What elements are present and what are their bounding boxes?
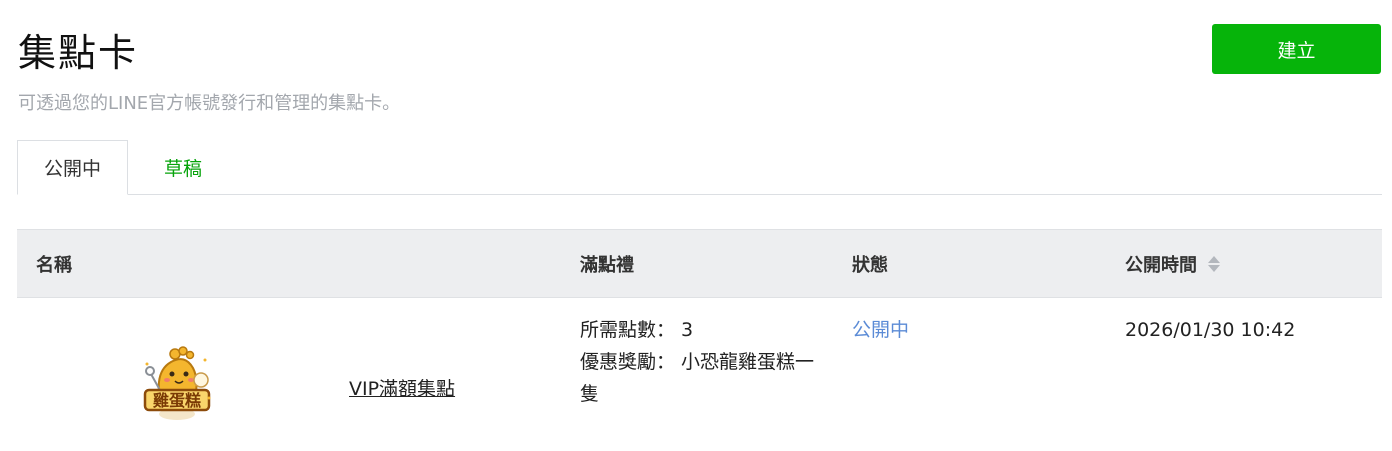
column-header-published-label: 公開時間 [1125,254,1197,276]
page-title: 集點卡 [18,31,139,75]
reward-card-table: 名稱 滿點禮 狀態 公開時間 雞蛋糕 VIP滿額集點 所需點數： 3 優惠獎勵：… [17,229,1382,448]
sort-icon[interactable] [1207,255,1221,273]
column-header-name: 名稱 [36,254,72,276]
card-name-link[interactable]: VIP滿額集點 [349,374,455,401]
required-points: 所需點數： 3 [580,319,694,341]
reward-cell: 所需點數： 3 優惠獎勵： 小恐龍雞蛋糕一隻 [580,314,830,410]
dinosaur-egg-cake-icon: 雞蛋糕 [139,340,215,422]
column-header-status: 狀態 [852,254,888,276]
published-time: 2026/01/30 10:42 [1125,319,1296,341]
table-header: 名稱 滿點禮 狀態 公開時間 [17,229,1382,298]
column-header-reward: 滿點禮 [580,254,634,276]
tab-bar: 公開中 草稿 [17,140,1382,195]
reward-description: 優惠獎勵： 小恐龍雞蛋糕一隻 [580,351,815,405]
column-header-published-time[interactable]: 公開時間 [1125,230,1221,297]
create-button[interactable]: 建立 [1212,24,1381,74]
tab-draft[interactable]: 草稿 [128,140,238,194]
table-row: 雞蛋糕 VIP滿額集點 所需點數： 3 優惠獎勵： 小恐龍雞蛋糕一隻 公開中 2… [17,298,1382,448]
thumbnail-text: 雞蛋糕 [152,391,201,410]
status-label: 公開中 [852,319,910,341]
tab-published[interactable]: 公開中 [17,140,128,195]
page-subtitle: 可透過您的LINE官方帳號發行和管理的集點卡。 [18,93,401,114]
